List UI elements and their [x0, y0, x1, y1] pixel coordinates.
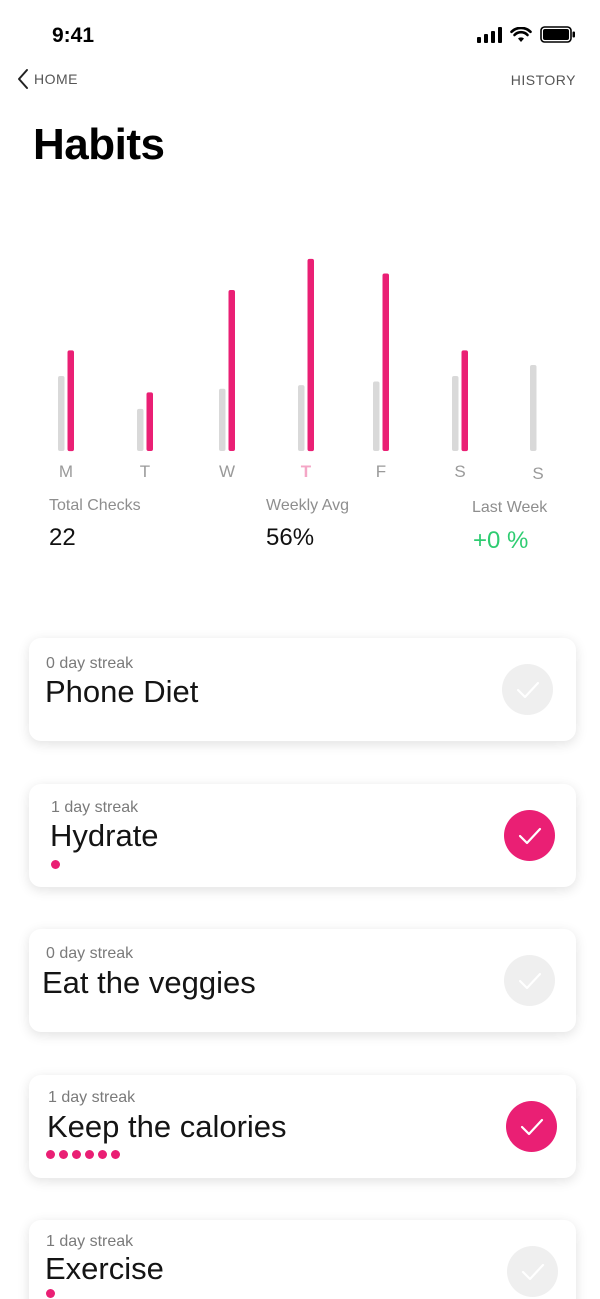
habit-check-button[interactable] [504, 810, 555, 861]
weekly-avg-label: Weekly Avg [266, 497, 350, 514]
chart-bar-current [228, 290, 235, 451]
habit-streak: 1 day streak [48, 1089, 136, 1106]
chart-bar-current [146, 392, 153, 451]
chart-day-label: W [218, 462, 236, 481]
habit-card[interactable]: 0 day streak Eat the veggies [29, 929, 576, 1032]
chart-day-label: M [58, 462, 74, 481]
habit-streak: 0 day streak [46, 945, 134, 962]
check-icon [518, 972, 541, 989]
total-checks-value: 22 [49, 524, 76, 551]
habit-name: Keep the calories [47, 1109, 287, 1144]
chart-bar-current [382, 273, 389, 451]
chart-day-label: T [300, 462, 312, 481]
habit-card[interactable]: 0 day streak Phone Diet [29, 638, 576, 741]
battery-icon [540, 26, 575, 43]
habit-name: Eat the veggies [42, 965, 256, 1000]
status-icons [477, 26, 576, 43]
total-checks-label: Total Checks [49, 497, 141, 514]
check-icon [516, 681, 539, 698]
habit-check-button[interactable] [504, 955, 555, 1006]
habit-card[interactable]: 1 day streak Keep the calories [29, 1075, 576, 1178]
streak-dot [111, 1150, 120, 1159]
chart-bar-current [461, 350, 468, 452]
wifi-icon [510, 26, 532, 42]
history-button[interactable]: HISTORY [511, 72, 576, 88]
chart-day-label: T [139, 462, 151, 481]
chart-bar-current [307, 258, 314, 452]
page-title: Habits [33, 120, 165, 169]
habit-streak: 1 day streak [51, 799, 139, 816]
streak-dot [72, 1150, 81, 1159]
streak-dot [46, 1289, 55, 1298]
habit-check-button[interactable] [506, 1101, 557, 1152]
chart-bar-previous [219, 388, 226, 451]
chart-bar-previous [452, 376, 459, 451]
chart-day-label: S [532, 464, 544, 483]
last-week-value: +0 % [473, 527, 529, 554]
habit-check-button[interactable] [507, 1246, 558, 1297]
chart-bar-previous [58, 376, 65, 451]
chart-bar-previous [373, 381, 380, 451]
streak-dots [46, 1289, 55, 1298]
habit-streak: 0 day streak [46, 655, 134, 672]
streak-dot [59, 1150, 68, 1159]
habit-card[interactable]: 1 day streak Hydrate [29, 784, 576, 887]
last-week-label: Last Week [472, 499, 548, 516]
chart-bar-previous [530, 365, 537, 451]
check-icon [518, 827, 541, 844]
chart-bar-previous [298, 385, 305, 451]
chart-bar-previous [137, 408, 144, 451]
habit-streak: 1 day streak [46, 1233, 134, 1250]
status-time: 9:41 [52, 24, 95, 47]
back-button[interactable]: HOME [16, 68, 78, 90]
check-icon [520, 1118, 543, 1135]
streak-dots [46, 1150, 120, 1159]
habit-check-button[interactable] [502, 664, 553, 715]
chart-bar-current [67, 350, 74, 452]
back-button-label: HOME [34, 71, 78, 87]
habit-name: Phone Diet [45, 674, 199, 709]
streak-dot [46, 1150, 55, 1159]
habit-name: Exercise [45, 1251, 164, 1286]
weekly-avg-value: 56% [266, 524, 315, 551]
streak-dots [51, 860, 60, 869]
habit-card[interactable]: 1 day streak Exercise [29, 1220, 576, 1299]
check-icon [521, 1263, 544, 1280]
chart-day-label: F [375, 462, 387, 481]
habit-name: Hydrate [50, 818, 159, 853]
streak-dot [98, 1150, 107, 1159]
signal-icon [477, 26, 502, 43]
streak-dot [85, 1150, 94, 1159]
streak-dot [51, 860, 60, 869]
chart-day-label: S [454, 462, 466, 481]
chevron-left-icon [18, 69, 28, 89]
